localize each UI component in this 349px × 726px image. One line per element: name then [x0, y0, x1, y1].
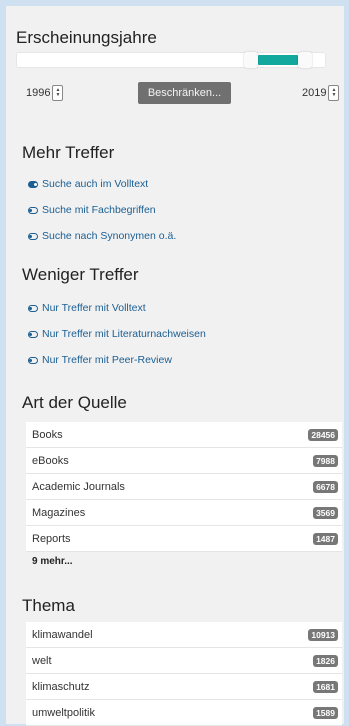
facet-item-magazines[interactable]: Magazines 3569 — [26, 500, 342, 526]
option-fulltext-search[interactable]: Suche auch im Volltext — [28, 171, 176, 197]
facet-label: Reports — [32, 532, 71, 545]
facet-label: Magazines — [32, 506, 86, 519]
source-type-list: Books 28456 eBooks 7988 Academic Journal… — [26, 422, 342, 571]
facet-item-klimaschutz[interactable]: klimaschutz 1681 — [26, 674, 342, 700]
facet-item-ebooks[interactable]: eBooks 7988 — [26, 448, 342, 474]
option-label: Nur Treffer mit Literaturnachweisen — [42, 328, 206, 340]
source-type-title: Art der Quelle — [22, 393, 127, 412]
facet-item-academic-journals[interactable]: Academic Journals 6678 — [26, 474, 342, 500]
count-badge: 28456 — [308, 428, 338, 441]
fewer-results-title: Weniger Treffer — [22, 265, 139, 284]
option-label: Nur Treffer mit Volltext — [42, 302, 146, 314]
facet-label: Books — [32, 428, 63, 441]
option-label: Suche auch im Volltext — [42, 178, 149, 190]
option-label: Nur Treffer mit Peer-Review — [42, 354, 172, 366]
option-fulltext-only[interactable]: Nur Treffer mit Volltext — [28, 295, 206, 321]
count-badge: 6678 — [313, 480, 338, 493]
facet-label: welt — [32, 654, 52, 667]
count-badge: 1589 — [313, 706, 338, 719]
count-badge: 7988 — [313, 454, 338, 467]
count-badge: 3569 — [313, 506, 338, 519]
year-to-input[interactable]: 2019 ▲ ▼ — [302, 84, 340, 102]
count-badge: 1681 — [313, 680, 338, 693]
facet-label: klimawandel — [32, 628, 93, 641]
option-technical-terms[interactable]: Suche mit Fachbegriffen — [28, 197, 176, 223]
more-results-title: Mehr Treffer — [22, 143, 115, 162]
year-from-spinner-icon[interactable]: ▲ ▼ — [52, 85, 64, 101]
year-range-start-handle[interactable] — [244, 52, 258, 68]
year-from-value: 1996 — [26, 87, 51, 99]
apply-year-range-button[interactable]: Beschränken... — [138, 82, 231, 104]
year-to-spinner-icon[interactable]: ▲ ▼ — [328, 85, 340, 101]
fewer-results-options: Nur Treffer mit Volltext Nur Treffer mit… — [28, 295, 206, 373]
facet-label: Academic Journals — [32, 480, 125, 493]
option-peer-review-only[interactable]: Nur Treffer mit Peer-Review — [28, 347, 206, 373]
show-more-link[interactable]: 9 mehr... — [26, 552, 342, 571]
year-to-value: 2019 — [302, 87, 327, 99]
toggle-off-icon — [28, 356, 38, 364]
option-synonyms[interactable]: Suche nach Synonymen o.ä. — [28, 223, 176, 249]
facet-item-reports[interactable]: Reports 1487 — [26, 526, 342, 552]
year-range-fill — [258, 55, 298, 65]
year-from-input[interactable]: 1996 ▲ ▼ — [26, 84, 64, 102]
facet-label: klimaschutz — [32, 680, 90, 693]
option-references-only[interactable]: Nur Treffer mit Literaturnachweisen — [28, 321, 206, 347]
year-range-end-handle[interactable] — [298, 52, 312, 68]
facet-label: umweltpolitik — [32, 706, 95, 719]
facet-item-welt[interactable]: welt 1826 — [26, 648, 342, 674]
count-badge: 1487 — [313, 532, 338, 545]
topic-title: Thema — [22, 596, 75, 615]
option-label: Suche mit Fachbegriffen — [42, 204, 156, 216]
facet-item-umweltpolitik[interactable]: umweltpolitik 1589 — [26, 700, 342, 726]
facet-item-books[interactable]: Books 28456 — [26, 422, 342, 448]
count-badge: 10913 — [308, 628, 338, 641]
count-badge: 1826 — [313, 654, 338, 667]
facet-label: eBooks — [32, 454, 69, 467]
topic-list: klimawandel 10913 welt 1826 klimaschutz … — [26, 622, 342, 726]
toggle-off-icon — [28, 330, 38, 338]
year-range-slider[interactable] — [16, 52, 326, 68]
option-label: Suche nach Synonymen o.ä. — [42, 230, 177, 242]
toggle-on-icon — [28, 180, 38, 188]
years-section-title: Erscheinungsjahre — [16, 28, 157, 47]
facet-item-klimawandel[interactable]: klimawandel 10913 — [26, 622, 342, 648]
toggle-off-icon — [28, 304, 38, 312]
toggle-off-icon — [28, 232, 38, 240]
more-results-options: Suche auch im Volltext Suche mit Fachbeg… — [28, 171, 176, 249]
toggle-off-icon — [28, 206, 38, 214]
